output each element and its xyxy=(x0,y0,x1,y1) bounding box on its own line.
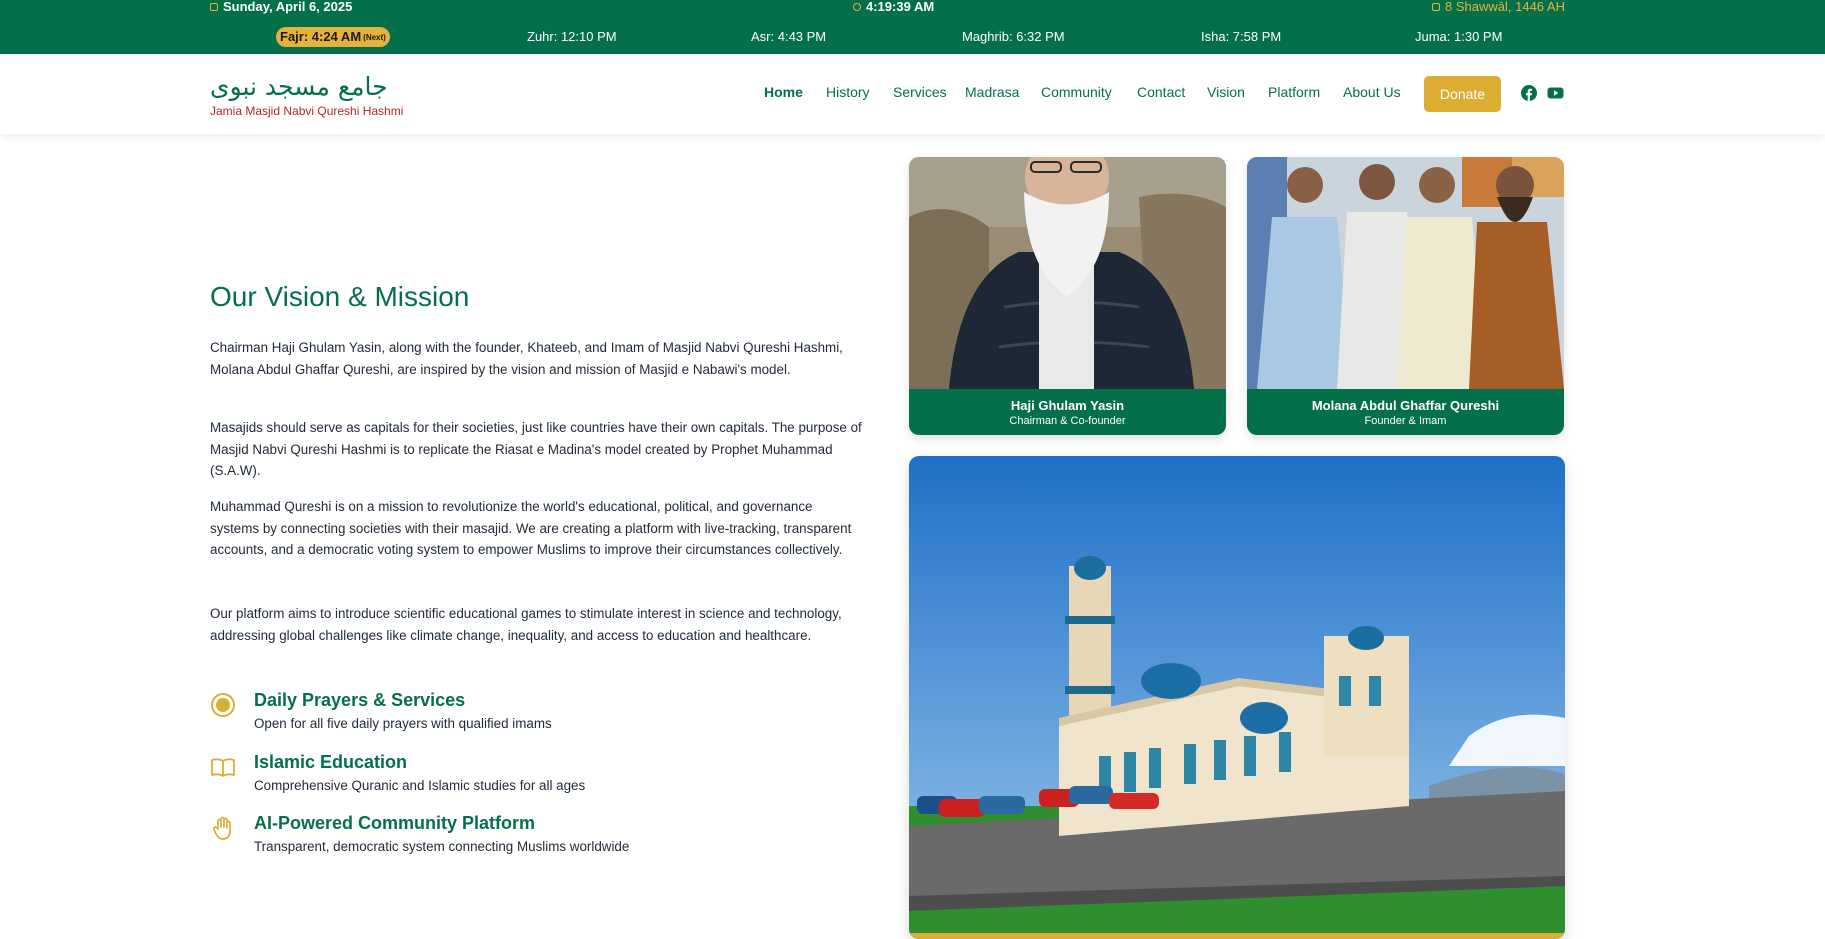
vision-paragraph-2: Masajids should serve as capitals for th… xyxy=(210,420,862,478)
prayer-maghrib: Maghrib: 6:32 PM xyxy=(962,29,1065,44)
feature-title: AI-Powered Community Platform xyxy=(254,813,536,833)
feature-title: Islamic Education xyxy=(254,752,408,772)
chairman-photo xyxy=(909,157,1226,389)
nav-contact[interactable]: Contact xyxy=(1137,84,1185,100)
hijri-date-text: 8 Shawwāl, 1446 AH xyxy=(1445,0,1565,14)
feature-description: Open for all five daily prayers with qua… xyxy=(254,716,552,731)
moon-calendar-icon xyxy=(1432,2,1441,11)
vision-paragraph-3: Muhammad Qureshi is on a mission to revo… xyxy=(210,499,852,557)
mosque-rendering-card xyxy=(909,456,1565,939)
feature-title: Daily Prayers & Services xyxy=(254,690,466,710)
feature-ai-platform: AI-Powered Community Platform Transparen… xyxy=(210,813,870,863)
nav-services[interactable]: Services xyxy=(893,84,947,100)
feature-daily-prayers: Daily Prayers & Services Open for all fi… xyxy=(210,690,870,740)
feature-islamic-education: Islamic Education Comprehensive Quranic … xyxy=(210,752,870,802)
prayer-times-bar: Sunday, April 6, 2025 4:19:39 AM 8 Shaww… xyxy=(0,0,1825,54)
nav-community[interactable]: Community xyxy=(1041,84,1112,100)
book-open-icon xyxy=(211,758,235,777)
logo-english[interactable]: Jamia Masjid Nabvi Qureshi Hashmi xyxy=(210,104,403,118)
nav-home[interactable]: Home xyxy=(764,84,803,100)
person-role: Chairman & Co-founder xyxy=(1009,415,1126,427)
date-row: Sunday, April 6, 2025 4:19:39 AM 8 Shaww… xyxy=(210,0,1565,14)
hand-icon xyxy=(213,816,231,840)
current-time: 4:19:39 AM xyxy=(853,0,934,14)
hijri-date: 8 Shawwāl, 1446 AH xyxy=(1432,0,1565,14)
mosque-rendering-image xyxy=(909,456,1565,939)
current-time-text: 4:19:39 AM xyxy=(866,0,935,14)
target-icon xyxy=(211,693,235,717)
person-name: Molana Abdul Ghaffar Qureshi xyxy=(1311,398,1500,413)
clock-icon xyxy=(853,2,861,11)
card-accent-bar xyxy=(909,933,1565,939)
nav-about-us[interactable]: About Us xyxy=(1343,84,1401,100)
person-card-founder: Molana Abdul Ghaffar Qureshi Founder & I… xyxy=(1247,157,1564,435)
prayer-asr: Asr: 4:43 PM xyxy=(751,29,827,44)
nav-vision[interactable]: Vision xyxy=(1207,84,1245,100)
gregorian-date-text: Sunday, April 6, 2025 xyxy=(223,0,353,14)
feature-description: Comprehensive Quranic and Islamic studie… xyxy=(254,778,586,793)
nav-history[interactable]: History xyxy=(826,84,870,100)
calendar-icon xyxy=(210,2,218,11)
prayer-zuhr: Zuhr: 12:10 PM xyxy=(527,29,617,44)
person-name: Haji Ghulam Yasin xyxy=(1010,398,1125,413)
logo-arabic[interactable]: جامع مسجد نبوی xyxy=(210,72,388,101)
gregorian-date: Sunday, April 6, 2025 xyxy=(210,0,352,14)
person-card-chairman: Haji Ghulam Yasin Chairman & Co-founder xyxy=(909,157,1226,435)
next-prayer-badge: (Next) xyxy=(363,33,386,42)
youtube-icon[interactable] xyxy=(1547,85,1564,101)
facebook-icon[interactable] xyxy=(1521,85,1537,101)
feature-description: Transparent, democratic system connectin… xyxy=(254,839,630,854)
chairman-caption: Haji Ghulam Yasin Chairman & Co-founder xyxy=(909,389,1226,435)
founder-caption: Molana Abdul Ghaffar Qureshi Founder & I… xyxy=(1247,389,1564,435)
nav-madrasa[interactable]: Madrasa xyxy=(965,84,1019,100)
donate-button[interactable]: Donate xyxy=(1424,76,1501,112)
prayer-fajr-label: Fajr: 4:24 AM xyxy=(280,29,362,44)
person-role: Founder & Imam xyxy=(1364,415,1447,427)
prayer-isha: Isha: 7:58 PM xyxy=(1201,29,1282,44)
founder-photo xyxy=(1247,157,1564,389)
nav-platform[interactable]: Platform xyxy=(1268,84,1320,100)
prayer-times-row: Fajr: 4:24 AM (Next) Zuhr: 12:10 PM Asr: … xyxy=(0,27,1825,47)
prayer-fajr: Fajr: 4:24 AM (Next) xyxy=(276,27,390,47)
prayer-juma: Juma: 1:30 PM xyxy=(1415,29,1503,44)
vision-mission-heading: Our Vision & Mission xyxy=(210,281,470,312)
vision-paragraph-4: Our platform aims to introduce scientifi… xyxy=(210,606,842,643)
site-header: جامع مسجد نبوی Jamia Masjid Nabvi Quresh… xyxy=(0,54,1825,134)
vision-paragraph-1: Chairman Haji Ghulam Yasin, along with t… xyxy=(210,340,843,377)
